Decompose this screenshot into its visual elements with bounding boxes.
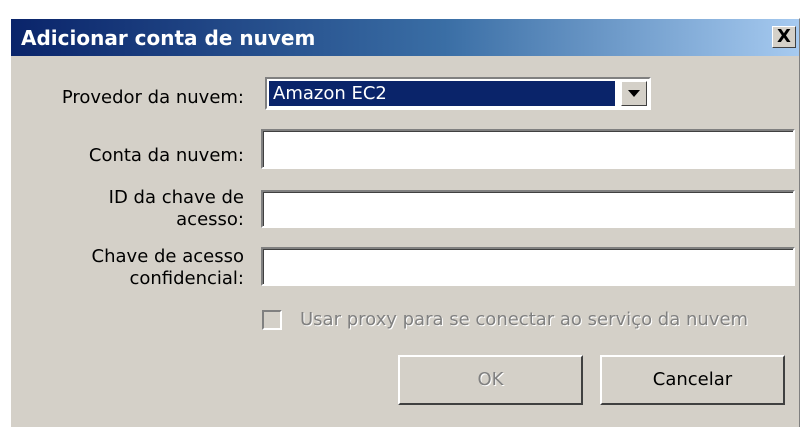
add-cloud-account-dialog: Adicionar conta de nuvem X Provedor da n… xyxy=(10,18,800,427)
access-key-input[interactable] xyxy=(261,190,795,228)
close-icon: X xyxy=(777,26,791,47)
account-label: Conta da nuvem: xyxy=(88,145,244,166)
secret-key-label: Chave de acesso confidencial: xyxy=(91,246,244,289)
secret-key-input[interactable] xyxy=(261,247,795,286)
access-key-label: ID da chave de acesso: xyxy=(108,187,244,230)
ok-button[interactable]: OK xyxy=(398,355,583,405)
title-bar[interactable]: Adicionar conta de nuvem X xyxy=(11,19,799,56)
chevron-down-icon[interactable] xyxy=(621,81,647,106)
proxy-checkbox[interactable] xyxy=(262,310,282,330)
provider-label: Provedor da nuvem: xyxy=(61,87,244,108)
dialog-title: Adicionar conta de nuvem xyxy=(21,26,316,50)
cancel-button[interactable]: Cancelar xyxy=(600,355,785,405)
account-input[interactable] xyxy=(261,129,795,169)
provider-selected-value: Amazon EC2 xyxy=(269,81,615,106)
provider-select[interactable]: Amazon EC2 xyxy=(265,77,651,110)
proxy-checkbox-label: Usar proxy para se conectar ao serviço d… xyxy=(300,309,749,330)
close-button[interactable]: X xyxy=(772,26,796,48)
